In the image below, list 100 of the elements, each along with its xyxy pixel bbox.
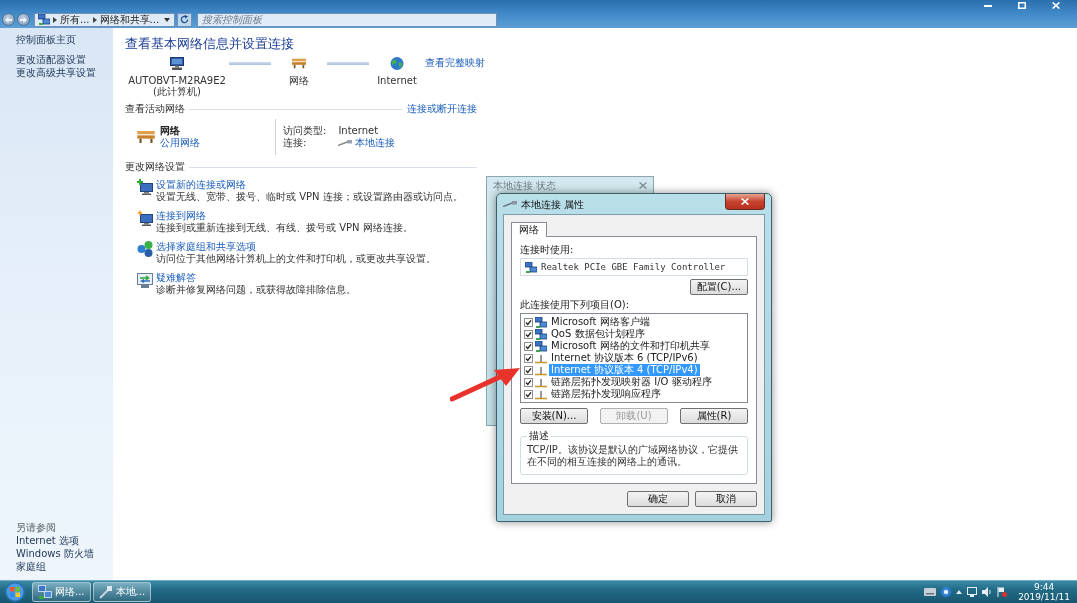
close-icon xyxy=(639,182,647,189)
field-label: 连接时使用: xyxy=(520,243,575,256)
minimize-icon xyxy=(984,4,992,7)
cable-icon xyxy=(98,585,113,599)
list-item[interactable]: Internet 协议版本 6 (TCP/IPv6) xyxy=(549,352,700,364)
forward-button[interactable] xyxy=(17,13,30,26)
task-link[interactable]: 疑难解答 xyxy=(156,272,196,284)
monitors-icon xyxy=(535,316,547,328)
refresh-button[interactable] xyxy=(177,12,193,27)
description-text: TCP/IP。该协议是默认的广域网络协议，它提供在不同的相互连接的网络上的通讯。 xyxy=(527,444,739,468)
monitors-icon xyxy=(525,261,537,273)
configure-button[interactable]: 配置(C)... xyxy=(689,279,748,295)
dialog-button[interactable]: 安装(N)... xyxy=(520,408,588,424)
checkbox[interactable] xyxy=(524,365,533,375)
checkbox[interactable] xyxy=(524,389,533,399)
close-button[interactable] xyxy=(725,194,765,210)
keyboard-icon xyxy=(924,588,937,596)
see-also-heading: 另请参阅 xyxy=(16,521,56,534)
caret-icon xyxy=(164,17,171,22)
sidebar-link[interactable]: Internet 选项 xyxy=(16,534,79,547)
display-icon xyxy=(967,587,978,597)
monitors-icon xyxy=(535,328,547,340)
forward-arrow-icon xyxy=(20,16,27,23)
sidebar-link[interactable]: Windows 防火墙 xyxy=(16,547,94,560)
page-heading: 查看基本网络信息并设置连接 xyxy=(125,35,295,52)
view-full-map-link[interactable]: 查看完整映射 xyxy=(425,57,485,69)
task-description: 连接到或重新连接到无线、有线、拨号或 VPN 网络连接。 xyxy=(156,222,413,234)
close-icon xyxy=(741,198,749,205)
detail-label: 连接: xyxy=(283,137,308,149)
sidebar-link[interactable]: 更改适配器设置 xyxy=(16,53,86,66)
connector-icon xyxy=(535,364,547,376)
flag-icon xyxy=(997,587,1008,597)
section-heading: 查看活动网络 xyxy=(125,103,185,115)
task-link[interactable]: 设置新的连接或网络 xyxy=(156,179,246,191)
connect-disconnect-link[interactable]: 连接或断开连接 xyxy=(407,103,477,115)
map-connector xyxy=(327,62,369,65)
breadcrumb[interactable]: 网络和共享... xyxy=(99,13,160,26)
list-item[interactable]: QoS 数据包计划程序 xyxy=(549,328,647,340)
section-heading: 更改网络设置 xyxy=(125,161,185,173)
close-icon xyxy=(1052,2,1060,9)
list-item[interactable]: Microsoft 网络客户端 xyxy=(549,316,652,328)
globe-icon xyxy=(390,57,404,70)
cable-icon xyxy=(338,140,353,146)
maximize-icon xyxy=(1018,2,1026,9)
start-orb-icon xyxy=(5,582,25,602)
dialog-tab[interactable]: 网络 xyxy=(511,222,547,237)
network-name: 网络 xyxy=(160,125,180,137)
checkbox[interactable] xyxy=(524,329,533,339)
disc-icon xyxy=(941,587,952,597)
dialog-button[interactable]: 取消 xyxy=(695,491,757,507)
computer-icon xyxy=(170,57,184,70)
sidebar-link[interactable]: 家庭组 xyxy=(16,560,46,573)
back-arrow-icon xyxy=(5,16,12,23)
map-connector xyxy=(229,62,271,65)
list-item[interactable]: 链路层拓扑发现映射器 I/O 驱动程序 xyxy=(549,376,714,388)
circles-icon xyxy=(137,241,153,257)
dialog-button[interactable]: 属性(R) xyxy=(680,408,748,424)
search-field[interactable]: 搜索控制面板 xyxy=(197,12,498,27)
caret-up-icon xyxy=(956,590,963,594)
group-legend: 描述 xyxy=(527,430,551,442)
checkbox[interactable] xyxy=(524,377,533,387)
checkbox[interactable] xyxy=(524,317,533,327)
cable-icon xyxy=(503,201,517,207)
monitors-icon xyxy=(535,340,547,352)
clock[interactable]: 9:44 2019/11/11 xyxy=(1012,582,1073,602)
network-category-link[interactable]: 公用网络 xyxy=(160,137,200,149)
connector-icon xyxy=(535,388,547,400)
monitor-star-icon xyxy=(137,210,153,226)
map-label: AUTOBVT-M2RA9E2 xyxy=(128,75,226,86)
dialog-title: 本地连接 状态 xyxy=(493,179,557,192)
connector-icon xyxy=(535,352,547,364)
map-label: Internet xyxy=(377,75,417,86)
taskbar-button[interactable]: 网络... xyxy=(32,582,91,602)
refresh-icon xyxy=(180,15,190,24)
map-label: 网络 xyxy=(289,75,309,86)
back-button[interactable] xyxy=(2,13,15,26)
task-description: 设置无线、宽带、拨号、临时或 VPN 连接；或设置路由器或访问点。 xyxy=(156,191,463,203)
connection-link[interactable]: 本地连接 xyxy=(355,137,396,149)
monitors-icon xyxy=(38,14,50,25)
monitors-icon xyxy=(38,585,52,599)
checkbox[interactable] xyxy=(524,353,533,363)
dialog-button[interactable]: 确定 xyxy=(627,491,689,507)
chevron-icon xyxy=(92,16,97,23)
bench-icon xyxy=(292,57,306,70)
breadcrumb[interactable]: 所有... xyxy=(60,13,90,26)
task-link[interactable]: 选择家庭组和共享选项 xyxy=(156,241,256,253)
task-description: 诊断并修复网络问题，或获得故障排除信息。 xyxy=(156,284,356,296)
map-sublabel: (此计算机) xyxy=(153,86,201,97)
field-label: 此连接使用下列项目(O): xyxy=(520,298,631,311)
checkbox[interactable] xyxy=(524,341,533,351)
dialog-title: 本地连接 属性 xyxy=(521,197,585,211)
list-item[interactable]: 链路层拓扑发现响应程序 xyxy=(549,388,663,400)
address-bar[interactable]: 所有... 网络和共享... xyxy=(34,12,176,27)
task-link[interactable]: 连接到网络 xyxy=(156,210,206,222)
list-item[interactable]: Microsoft 网络的文件和打印机共享 xyxy=(549,340,712,352)
sidebar-link[interactable]: 更改高级共享设置 xyxy=(16,66,96,79)
chevron-icon xyxy=(53,16,57,23)
dropdown-button[interactable] xyxy=(162,17,173,22)
sidebar-link[interactable]: 控制面板主页 xyxy=(16,33,76,46)
adapter-field: Realtek PCIe GBE Family Controller xyxy=(520,258,748,276)
